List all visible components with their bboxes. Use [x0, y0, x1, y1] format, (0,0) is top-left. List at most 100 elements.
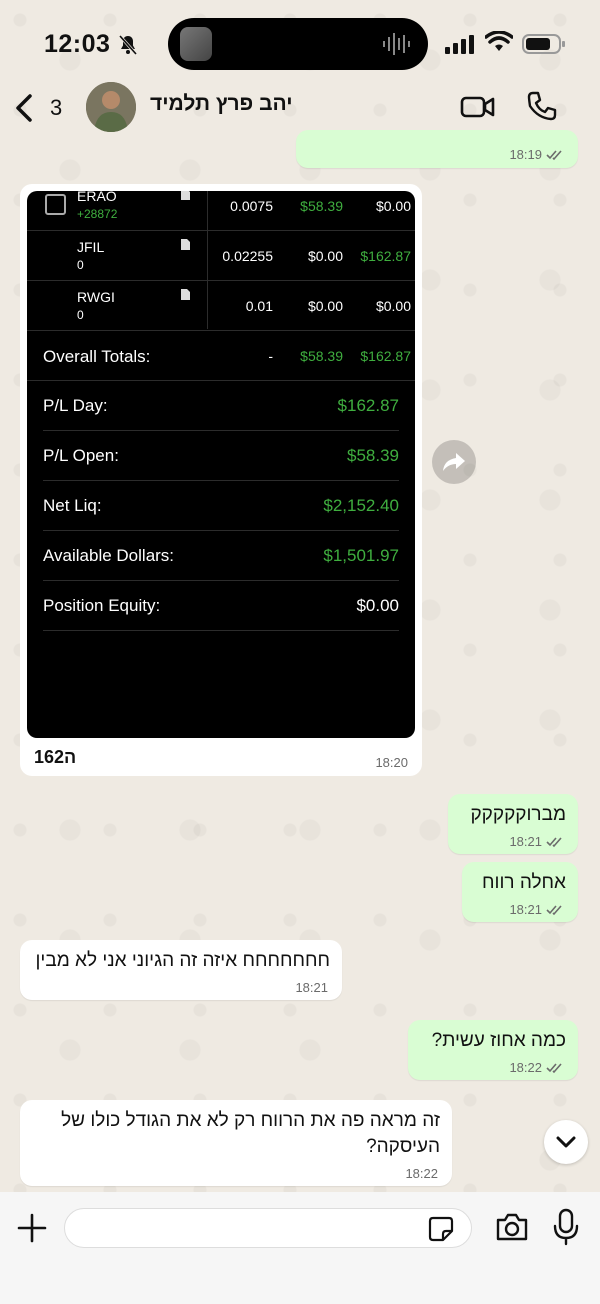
share-icon	[443, 453, 465, 471]
position-pl-day: $0.00	[375, 298, 411, 314]
sticker-icon[interactable]	[428, 1216, 454, 1242]
read-ticks-icon	[546, 836, 562, 847]
message-bubble-outgoing[interactable]: כמה אחוז עשית? 18:22	[408, 1020, 578, 1080]
position-change: 0	[77, 308, 84, 322]
position-row: ERAO +28872 0.0075 $58.39 $0.00	[27, 191, 415, 231]
summary-row: P/L Open: $58.39	[43, 431, 399, 481]
row-checkbox	[45, 194, 66, 215]
summary-row: Position Equity: $0.00	[43, 581, 399, 631]
message-bubble-outgoing[interactable]: אחלה רווח 18:21	[462, 862, 578, 922]
position-qty: 0.02255	[222, 248, 273, 264]
summary-value: $162.87	[337, 396, 399, 415]
summary-row: Available Dollars: $1,501.97	[43, 531, 399, 581]
position-symbol: JFIL	[77, 239, 105, 255]
position-symbol: RWGI	[77, 289, 115, 305]
scroll-to-bottom-button[interactable]	[544, 1120, 588, 1164]
status-bar: 12:03	[0, 0, 600, 84]
message-meta: 18:21	[295, 980, 328, 995]
position-pl-open: $0.00	[307, 298, 343, 314]
now-playing-thumbnail	[180, 27, 212, 61]
read-ticks-icon	[546, 149, 562, 160]
summary-value: $1,501.97	[323, 546, 399, 565]
message-time: 18:20	[375, 755, 408, 770]
forward-button[interactable]	[432, 440, 476, 484]
totals-pl-day: $162.87	[360, 348, 411, 364]
summary-value: $2,152.40	[323, 496, 399, 515]
totals-dash: -	[268, 348, 273, 364]
shared-screenshot[interactable]: ERAO +28872 0.0075 $58.39 $0.00 JFIL 0 0…	[27, 191, 415, 738]
summary-value: $0.00	[356, 596, 399, 615]
document-icon	[181, 289, 190, 300]
unread-count: 3	[50, 95, 63, 120]
message-bubble-incoming[interactable]: חחחחחחח איזה זה הגיוני אני לא מבין 18:21	[20, 940, 342, 1000]
summary-label: Available Dollars:	[43, 546, 175, 565]
message-text: כמה אחוז עשית?	[431, 1030, 566, 1051]
message-bubble-outgoing[interactable]: 18:19	[296, 130, 578, 168]
chevron-down-icon	[556, 1136, 576, 1148]
dynamic-island	[168, 18, 428, 70]
read-ticks-icon	[546, 1062, 562, 1073]
chat-header: 3 יהב פרץ תלמיד	[0, 78, 600, 138]
message-time: 18:21	[509, 834, 542, 849]
message-time: 18:19	[509, 147, 542, 162]
mic-icon[interactable]	[552, 1208, 580, 1246]
message-meta: 18:19	[509, 147, 564, 162]
message-text: זה מראה פה את הרווח רק לא את הגודל כולו …	[61, 1110, 440, 1157]
contact-name[interactable]: יהב פרץ תלמיד	[150, 92, 293, 116]
phone-icon[interactable]	[526, 90, 558, 122]
position-change: 0	[77, 258, 84, 272]
video-icon[interactable]	[460, 92, 496, 122]
message-text: חחחחחחח איזה זה הגיוני אני לא מבין	[35, 950, 330, 971]
totals-label: Overall Totals:	[43, 347, 151, 366]
message-time: 18:22	[405, 1166, 438, 1181]
message-meta: 18:22	[405, 1166, 438, 1181]
read-ticks-icon	[546, 904, 562, 915]
message-composer	[0, 1192, 600, 1304]
message-meta: 18:21	[509, 834, 564, 849]
back-button[interactable]: 3	[14, 90, 74, 126]
summary-label: Position Equity:	[43, 596, 161, 615]
message-text: אחלה רווח	[482, 872, 566, 893]
wifi-icon	[485, 31, 513, 51]
status-time: 12:03	[44, 30, 111, 58]
totals-pl-open: $58.39	[300, 348, 343, 364]
document-icon	[181, 239, 190, 250]
bell-slash-icon	[118, 35, 138, 55]
message-meta: 18:22	[509, 1060, 564, 1075]
signal-icon	[445, 35, 474, 54]
totals-row: Overall Totals: - $58.39 $162.87	[27, 331, 415, 381]
position-symbol: ERAO	[77, 191, 117, 204]
position-qty: 0.0075	[230, 198, 273, 214]
message-time: 18:22	[509, 1060, 542, 1075]
battery-icon	[522, 34, 565, 54]
audio-wave-icon	[383, 33, 410, 55]
image-message[interactable]: ERAO +28872 0.0075 $58.39 $0.00 JFIL 0 0…	[20, 184, 422, 776]
plus-icon[interactable]	[16, 1212, 48, 1244]
message-meta: 18:21	[509, 902, 564, 917]
message-time: 18:21	[509, 902, 542, 917]
camera-icon[interactable]	[495, 1212, 529, 1242]
summary-label: Net Liq:	[43, 496, 102, 515]
avatar-photo	[86, 82, 136, 132]
summary-value: $58.39	[347, 446, 399, 465]
position-change: +28872	[77, 207, 118, 221]
image-caption: ה162	[34, 747, 77, 767]
position-row: RWGI 0 0.01 $0.00 $0.00	[27, 281, 415, 331]
back-chevron-icon	[16, 94, 32, 122]
message-text: מברוקקקקק	[470, 804, 566, 825]
message-input[interactable]	[64, 1208, 472, 1248]
summary-label: P/L Open:	[43, 446, 119, 465]
message-bubble-incoming[interactable]: זה מראה פה את הרווח רק לא את הגודל כולו …	[20, 1100, 452, 1186]
message-bubble-outgoing[interactable]: מברוקקקקק 18:21	[448, 794, 578, 854]
position-qty: 0.01	[245, 298, 273, 314]
position-row: JFIL 0 0.02255 $0.00 $162.87	[27, 231, 415, 281]
position-pl-open: $58.39	[300, 198, 343, 214]
summary-row: Net Liq: $2,152.40	[43, 481, 399, 531]
position-pl-open: $0.00	[307, 248, 343, 264]
summary-label: P/L Day:	[43, 396, 108, 415]
message-time: 18:21	[295, 980, 328, 995]
summary-row: P/L Day: $162.87	[43, 381, 399, 431]
avatar[interactable]	[86, 82, 136, 132]
position-pl-day: $0.00	[375, 198, 411, 214]
position-pl-day: $162.87	[360, 248, 411, 264]
